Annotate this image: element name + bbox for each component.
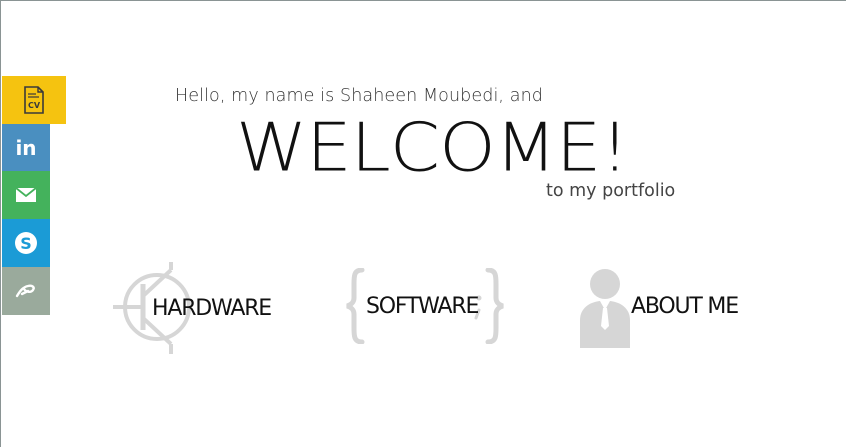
window-frame bbox=[0, 0, 846, 447]
cv-icon: CV bbox=[24, 86, 44, 114]
skype-icon: S bbox=[15, 232, 37, 254]
deviantart-icon bbox=[15, 284, 35, 298]
software-label: SOFTWARE bbox=[366, 294, 479, 319]
deviantart-link[interactable] bbox=[2, 267, 50, 315]
skype-link[interactable]: S bbox=[2, 219, 50, 267]
person-icon bbox=[580, 269, 630, 348]
cv-icon-text: CV bbox=[28, 101, 41, 110]
subtitle-text: to my portfolio bbox=[546, 181, 676, 201]
linkedin-icon-text: in bbox=[15, 137, 36, 159]
linkedin-icon: in bbox=[15, 137, 36, 159]
hardware-link[interactable]: HARDWARE bbox=[113, 262, 283, 354]
software-link[interactable]: SOFTWARE bbox=[346, 268, 504, 344]
about-me-link[interactable]: ABOUT ME bbox=[578, 268, 748, 348]
cv-link[interactable]: CV bbox=[2, 76, 66, 124]
about-me-label: ABOUT ME bbox=[631, 294, 739, 319]
hardware-label: HARDWARE bbox=[152, 296, 272, 321]
svg-text:S: S bbox=[20, 234, 32, 253]
social-sidebar: CV in S bbox=[2, 76, 66, 315]
linkedin-link[interactable]: in bbox=[2, 124, 50, 171]
welcome-title: WELCOME! bbox=[236, 108, 629, 187]
greeting-text: Hello, my name is Shaheen Moubedi, and bbox=[175, 86, 543, 106]
email-link[interactable] bbox=[2, 171, 50, 219]
email-icon bbox=[15, 187, 37, 202]
